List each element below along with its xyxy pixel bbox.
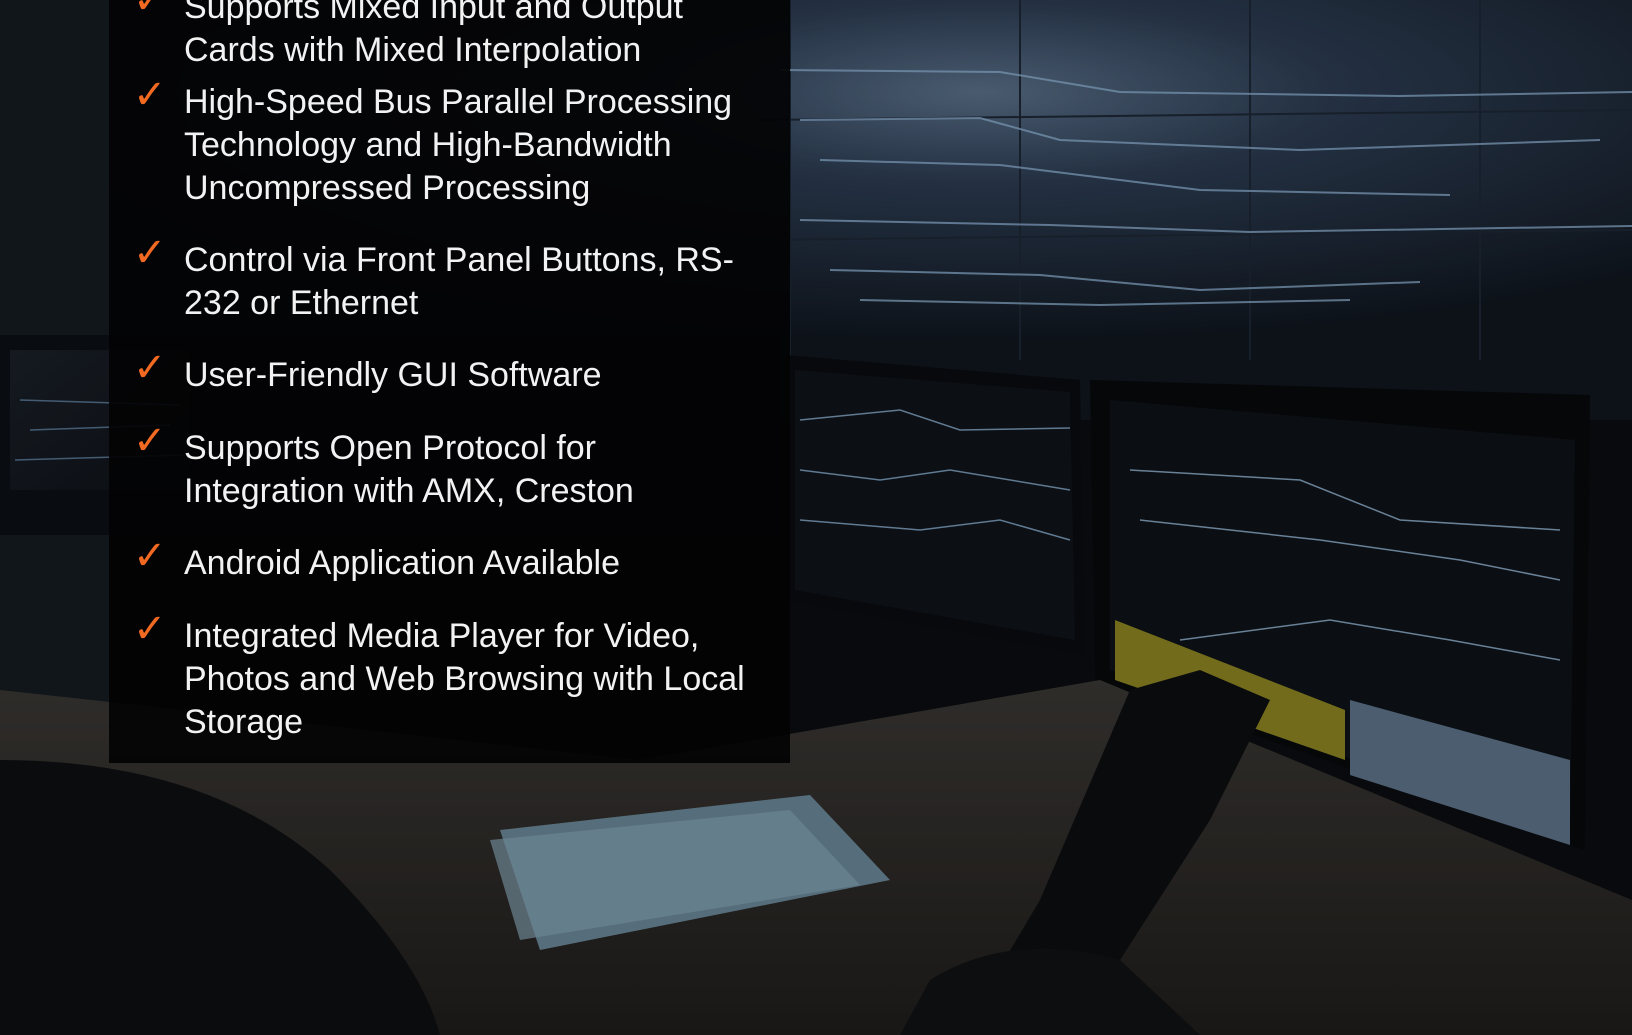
check-mark-icon: ✓ <box>133 72 167 118</box>
feature-text: User-Friendly GUI Software <box>184 356 602 394</box>
feature-text: Supports Mixed Input and Output Cards wi… <box>184 0 683 69</box>
feature-text: Supports Open Protocol for Integration w… <box>184 429 634 510</box>
feature-text: Android Application Available <box>184 544 621 582</box>
check-mark-icon: ✓ <box>133 345 167 391</box>
check-mark-icon: ✓ <box>133 0 167 23</box>
control-room-scene: ✓ Supports Mixed Input and Output Cards … <box>0 0 1632 1035</box>
feature-text: Control via Front Panel Buttons, RS- 232… <box>184 241 734 322</box>
feature-text: Integrated Media Player for Video, Photo… <box>184 617 745 741</box>
feature-text: High-Speed Bus Parallel Processing Techn… <box>184 83 733 207</box>
check-mark-icon: ✓ <box>133 230 167 276</box>
check-mark-icon: ✓ <box>133 418 167 464</box>
check-mark-icon: ✓ <box>133 533 167 579</box>
features-panel: ✓ Supports Mixed Input and Output Cards … <box>109 0 790 763</box>
check-mark-icon: ✓ <box>133 606 167 652</box>
